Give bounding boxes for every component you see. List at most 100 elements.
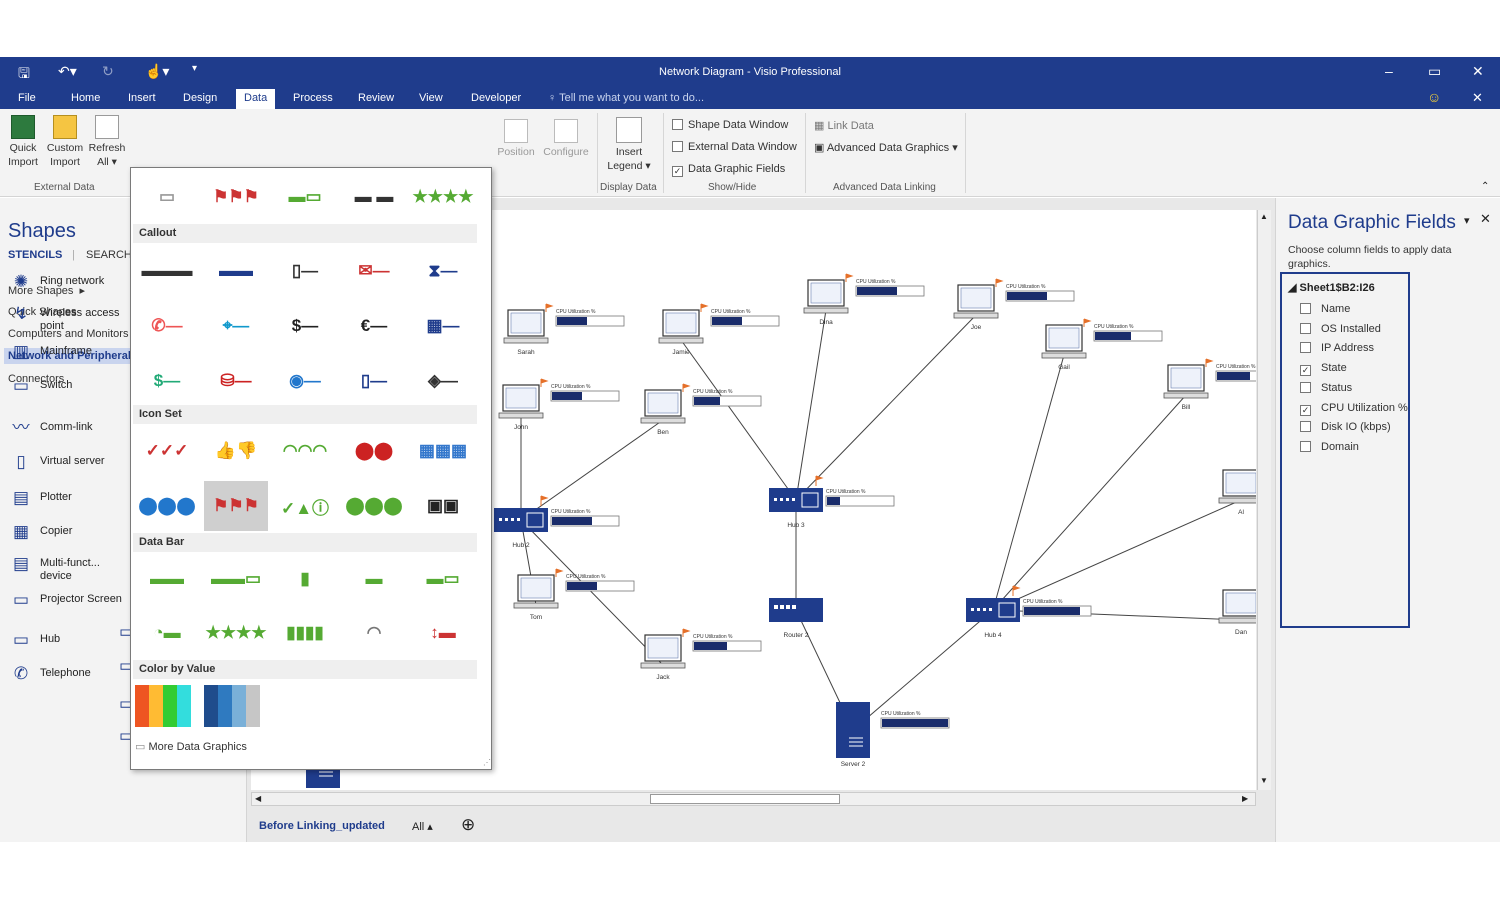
- pane-close-button[interactable]: ✕: [1480, 211, 1491, 227]
- tab-data[interactable]: Data: [236, 89, 276, 109]
- data-graphic-option[interactable]: ✆—: [135, 301, 199, 351]
- data-graphic-option[interactable]: ⚑⚑⚑: [204, 481, 268, 531]
- node-laptop[interactable]: Tom CPU Utilization %: [513, 568, 635, 621]
- data-graphic-option[interactable]: 👍👎: [204, 426, 268, 476]
- node-router[interactable]: Router 2: [769, 598, 823, 639]
- tab-design[interactable]: Design: [183, 92, 217, 104]
- more-data-graphics-link[interactable]: ▭ More Data Graphics: [135, 740, 247, 753]
- connector-line[interactable]: [992, 499, 1242, 611]
- data-graphic-option[interactable]: $—: [273, 301, 337, 351]
- field-checkbox[interactable]: OS Installed: [1300, 322, 1381, 335]
- field-checkbox[interactable]: Domain: [1300, 440, 1359, 453]
- collapse-ribbon-icon[interactable]: ⌃: [1481, 181, 1489, 192]
- data-graphic-option[interactable]: ▦▦▦: [411, 426, 475, 476]
- quick-import-button[interactable]: Quick Import: [4, 115, 42, 169]
- data-graphic-option[interactable]: ▭: [135, 172, 199, 222]
- connector-line[interactable]: [795, 309, 827, 501]
- tab-home[interactable]: Home: [71, 92, 100, 104]
- data-graphic-option[interactable]: ▬: [342, 554, 406, 604]
- stencil-shape[interactable]: ▯ Virtual server: [10, 451, 130, 481]
- node-pc[interactable]: Dan: [1218, 583, 1269, 636]
- custom-import-button[interactable]: Custom Import: [44, 115, 86, 169]
- stencil-shape[interactable]: ▭ Switch: [10, 375, 130, 405]
- data-graphic-option[interactable]: ⌖—: [204, 301, 268, 351]
- node-pc[interactable]: Al: [1218, 463, 1269, 516]
- node-hub[interactable]: Hub 3 CPU Utilization %: [769, 475, 895, 529]
- node-laptop[interactable]: John CPU Utilization %: [498, 378, 620, 431]
- configure-button[interactable]: Configure: [540, 119, 592, 159]
- tab-review[interactable]: Review: [358, 92, 394, 104]
- close-doc-button[interactable]: ✕: [1472, 90, 1483, 106]
- page-tab-current[interactable]: Before Linking_updated: [259, 820, 385, 832]
- data-graphic-option[interactable]: ↕▬: [411, 608, 475, 658]
- data-graphic-option[interactable]: ◉—: [273, 356, 337, 406]
- data-graphic-option[interactable]: ▬▬▭: [204, 554, 268, 604]
- data-graphic-option[interactable]: ✓✓✓: [135, 426, 199, 476]
- tell-me-box[interactable]: ♀ Tell me what you want to do...: [548, 92, 704, 104]
- tab-view[interactable]: View: [419, 92, 443, 104]
- horizontal-scrollbar[interactable]: ◀ ▶: [251, 792, 1256, 806]
- data-graphic-option[interactable]: ▮▮▮▮: [273, 608, 337, 658]
- insert-legend-button[interactable]: Insert Legend ▾: [603, 117, 655, 173]
- scroll-left-icon[interactable]: ◀: [255, 794, 261, 803]
- node-pc[interactable]: Joe CPU Utilization %: [953, 278, 1075, 331]
- scroll-right-icon[interactable]: ▶: [1242, 794, 1248, 803]
- data-graphic-option[interactable]: [204, 681, 268, 731]
- data-graphic-option[interactable]: ⬤⬤⬤: [135, 481, 199, 531]
- external-data-window-checkbox[interactable]: External Data Window: [672, 141, 797, 153]
- field-checkbox[interactable]: ✓ State: [1300, 362, 1347, 377]
- tab-insert[interactable]: Insert: [128, 92, 156, 104]
- data-graphic-option[interactable]: ★★★★: [204, 608, 268, 658]
- field-checkbox[interactable]: Name: [1300, 303, 1350, 315]
- advanced-data-graphics-button[interactable]: ▣ Advanced Data Graphics ▾: [814, 141, 958, 154]
- stencil-shape[interactable]: ▥ Mainframe: [10, 341, 130, 371]
- stencil-shape[interactable]: ▭ Hub: [10, 629, 130, 659]
- connector-line[interactable]: [795, 314, 977, 501]
- tab-file[interactable]: File: [18, 92, 36, 104]
- resize-grip-icon[interactable]: ⋰: [483, 758, 491, 767]
- stencil-shape[interactable]: ↯ Wireless access point: [10, 303, 130, 333]
- data-graphic-option[interactable]: ◠◠◠: [273, 426, 337, 476]
- connector-line[interactable]: [852, 609, 994, 731]
- close-button[interactable]: ✕: [1472, 63, 1484, 80]
- data-graphic-option[interactable]: ⚑⚑⚑: [204, 172, 268, 222]
- node-pc[interactable]: Ben CPU Utilization %: [640, 383, 762, 436]
- connector-line[interactable]: [680, 339, 797, 501]
- tab-developer[interactable]: Developer: [471, 92, 521, 104]
- data-graphic-option[interactable]: ▬ ▬: [342, 172, 406, 222]
- stencil-shape[interactable]: ▤ Multi-funct... device: [10, 553, 130, 583]
- field-checkbox[interactable]: Disk IO (kbps): [1300, 421, 1391, 433]
- stencil-shape[interactable]: ▤ Plotter: [10, 487, 130, 517]
- data-graphic-option[interactable]: ⧗—: [411, 246, 475, 296]
- scroll-thumb[interactable]: [650, 794, 840, 804]
- link-data-button[interactable]: ▦ Link Data: [814, 119, 874, 132]
- stencil-shape[interactable]: ▦ Copier: [10, 521, 130, 551]
- stencil-shape[interactable]: ▭ Projector Screen: [10, 589, 130, 619]
- data-graphic-option[interactable]: ▯—: [342, 356, 406, 406]
- pane-options-icon[interactable]: ▾: [1464, 214, 1470, 227]
- minimize-button[interactable]: –: [1385, 63, 1393, 79]
- shape-data-window-checkbox[interactable]: Shape Data Window: [672, 119, 788, 131]
- node-hub[interactable]: Hub 2 CPU Utilization %: [494, 495, 620, 549]
- data-graphic-option[interactable]: ▣▣: [411, 481, 475, 531]
- data-graphic-option[interactable]: ◠: [342, 608, 406, 658]
- all-pages-button[interactable]: All ▴: [412, 820, 433, 833]
- connector-line[interactable]: [520, 419, 664, 521]
- connector-line[interactable]: [992, 394, 1187, 611]
- data-graphic-option[interactable]: ✓▲ⓘ: [273, 481, 337, 531]
- connector-line[interactable]: [992, 354, 1065, 611]
- node-laptop[interactable]: Jack CPU Utilization %: [640, 628, 762, 681]
- add-page-icon[interactable]: ⊕: [461, 815, 475, 835]
- data-graphic-option[interactable]: ▬▭: [411, 554, 475, 604]
- restore-button[interactable]: ▭: [1428, 63, 1441, 80]
- field-checkbox[interactable]: ✓ CPU Utilization %: [1300, 402, 1408, 416]
- data-graphic-option[interactable]: ★★★★: [411, 172, 475, 222]
- node-server[interactable]: Server 2 CPU Utilization %: [836, 702, 950, 768]
- position-button[interactable]: Position: [493, 119, 539, 159]
- data-graphic-option[interactable]: ✉—: [342, 246, 406, 296]
- data-graphic-option[interactable]: ▬▬▬: [135, 246, 199, 296]
- node-pc[interactable]: Jamie CPU Utilization %: [658, 303, 780, 356]
- vertical-scrollbar[interactable]: ▲ ▼: [1257, 210, 1271, 790]
- data-graphic-option[interactable]: ◔▬: [135, 608, 199, 658]
- data-graphic-fields-checkbox[interactable]: ✓ Data Graphic Fields: [672, 163, 785, 177]
